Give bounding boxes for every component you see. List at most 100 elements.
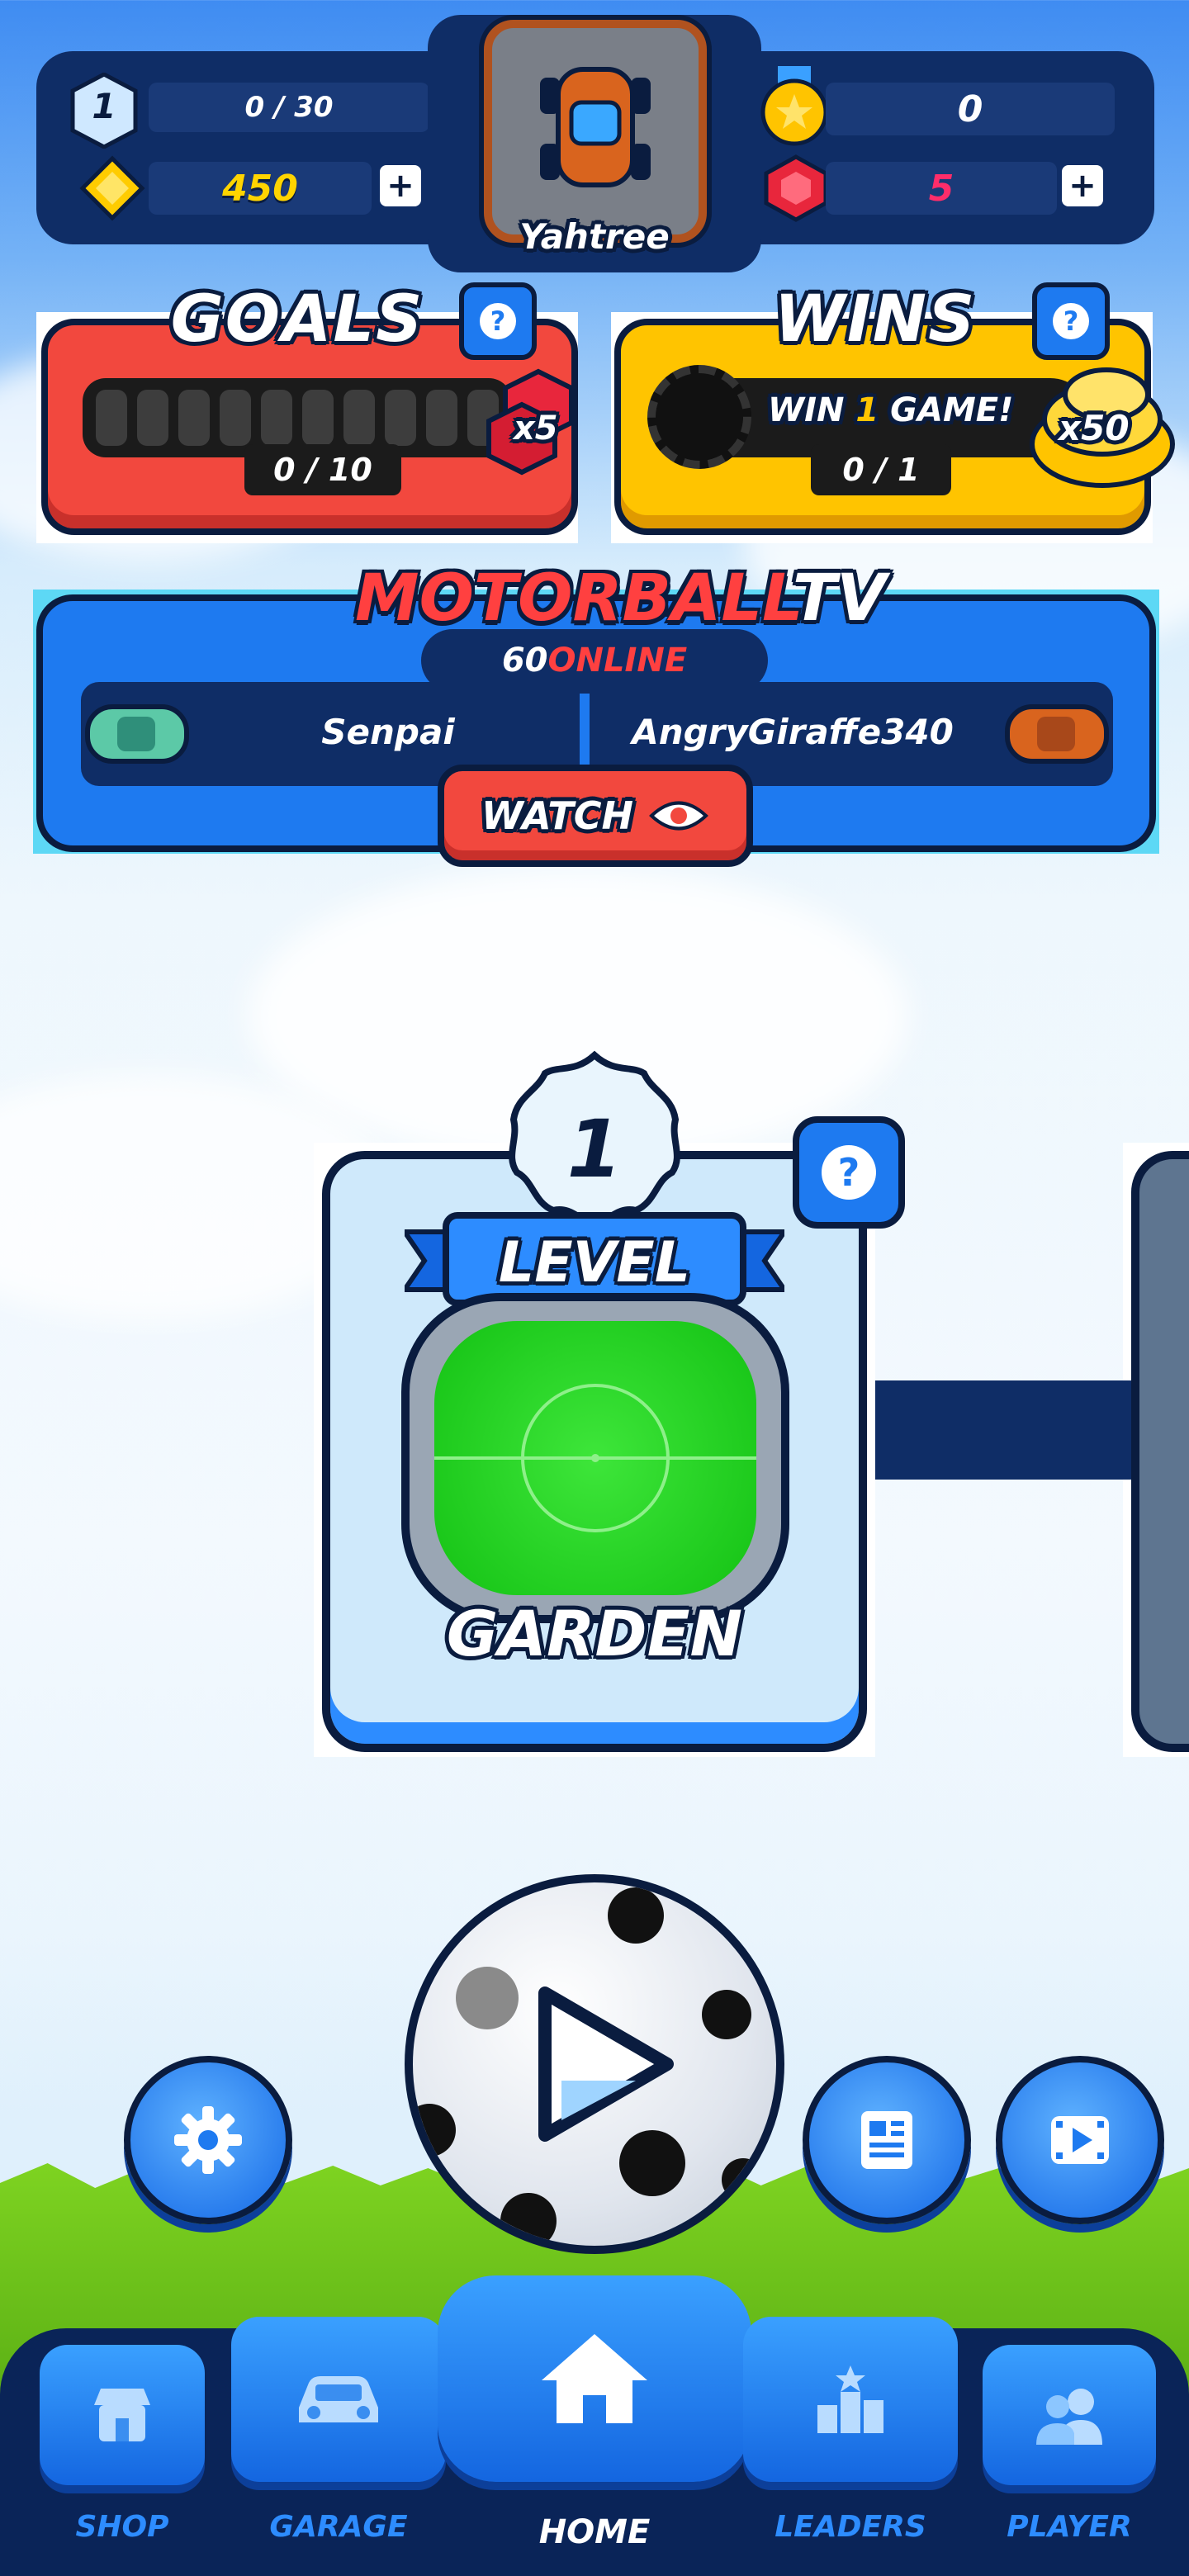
nav-shop-button[interactable] xyxy=(40,2345,205,2485)
arena-field xyxy=(434,1321,756,1595)
gem-icon xyxy=(761,154,831,223)
nav-garage-button[interactable] xyxy=(231,2317,446,2482)
level-number: 1 xyxy=(566,1103,623,1196)
wins-progress-text: 0 / 1 xyxy=(811,444,951,495)
nav-home[interactable]: HOME xyxy=(438,2275,751,2559)
plus-icon: + xyxy=(386,167,414,205)
next-level-card[interactable] xyxy=(1131,1151,1189,1752)
nav-player-label: PLAYER xyxy=(1007,2510,1132,2544)
tv-title-red: MOTORBALL xyxy=(355,561,793,636)
level-number: 1 xyxy=(92,86,116,126)
nav-home-label: HOME xyxy=(538,2513,651,2551)
add-gems-button[interactable]: + xyxy=(1062,165,1103,206)
nav-leaders-label: LEADERS xyxy=(775,2510,926,2544)
gear-icon xyxy=(174,2106,242,2174)
level-name: GARDEN xyxy=(446,1597,743,1670)
nav-leaders[interactable]: LEADERS xyxy=(743,2317,958,2559)
goals-progress-segment xyxy=(137,390,168,446)
goals-progress-segment xyxy=(426,390,457,446)
car-icon xyxy=(299,2376,378,2422)
level-path-connector xyxy=(875,1380,1139,1480)
shop-icon xyxy=(94,2389,150,2441)
goals-reward: x5 xyxy=(514,410,558,447)
online-count: 60 xyxy=(501,642,548,680)
tv-title: MOTORBALLTV xyxy=(355,561,886,636)
level-help-button[interactable]: ? xyxy=(793,1116,905,1229)
wins-reward: x50 xyxy=(1059,408,1130,448)
watch-button[interactable]: WATCH xyxy=(438,765,753,867)
wins-progress-value: 0 / 1 xyxy=(842,452,920,488)
goals-progress-value: 0 / 10 xyxy=(273,452,372,488)
goals-help-button[interactable]: ? xyxy=(459,282,537,360)
home-icon xyxy=(542,2334,647,2423)
nav-shop[interactable]: SHOP xyxy=(40,2345,205,2559)
player-icon xyxy=(1036,2389,1102,2445)
gems-value: 5 xyxy=(928,167,955,210)
help-icon: ? xyxy=(1053,303,1089,339)
goals-progress-text: 0 / 10 xyxy=(244,444,401,495)
goals-progress-segment xyxy=(178,390,210,446)
match-divider xyxy=(580,694,590,776)
video-icon xyxy=(1051,2116,1109,2164)
nav-player[interactable]: PLAYER xyxy=(983,2345,1156,2559)
left-player-car-icon xyxy=(71,689,203,779)
online-label: ONLINE xyxy=(547,642,688,680)
nav-shop-label: SHOP xyxy=(75,2510,169,2544)
news-icon xyxy=(861,2111,912,2169)
settings-button[interactable] xyxy=(124,2056,292,2224)
goals-progress-segment xyxy=(261,390,292,446)
goals-title: GOALS xyxy=(170,282,424,357)
goals-progress-segment xyxy=(220,390,251,446)
help-icon: ? xyxy=(822,1145,876,1200)
nav-leaders-button[interactable] xyxy=(743,2317,958,2482)
player-name: Yahtree xyxy=(519,216,670,257)
trophies-value: 0 xyxy=(957,88,983,130)
level-number-badge: 1 xyxy=(499,1049,690,1230)
videos-button[interactable] xyxy=(996,2056,1164,2224)
help-icon: ? xyxy=(480,303,516,339)
nav-garage[interactable]: GARAGE xyxy=(231,2317,446,2559)
play-button[interactable] xyxy=(405,1874,784,2254)
wins-help-button[interactable]: ? xyxy=(1032,282,1110,360)
garden-arena-image xyxy=(401,1293,789,1623)
plus-icon: + xyxy=(1068,167,1097,205)
xp-text: 0 / 30 xyxy=(244,91,334,124)
goals-progress-segment xyxy=(96,390,127,446)
leaders-icon xyxy=(817,2365,883,2433)
level-badge-icon: 1 xyxy=(69,72,139,149)
eye-icon xyxy=(649,801,708,831)
wins-prefix: WIN xyxy=(768,391,856,429)
wins-challenge-text: WIN 1 GAME! xyxy=(768,391,1013,429)
trophies-display: 0 xyxy=(826,83,1115,135)
field-lines-icon xyxy=(434,1384,756,1532)
right-player-name: AngryGiraffe340 xyxy=(632,712,954,752)
tv-title-white: TV xyxy=(792,561,887,636)
xp-progress-bar: 0 / 30 xyxy=(149,83,429,132)
goals-progress-segment xyxy=(385,390,416,446)
coin-icon xyxy=(79,155,145,221)
nav-garage-label: GARAGE xyxy=(269,2510,408,2544)
gems-display: 5 xyxy=(826,162,1057,215)
wins-title: WINS xyxy=(774,282,977,357)
right-player-car-icon xyxy=(991,689,1123,779)
add-coins-button[interactable]: + xyxy=(380,165,421,206)
goals-reward-gem-icon: x5 xyxy=(481,363,588,487)
left-player-name: Senpai xyxy=(321,712,455,752)
coins-display: 450 xyxy=(149,162,372,215)
coins-value: 450 xyxy=(222,167,298,210)
trophy-medal-icon xyxy=(758,66,831,149)
car-avatar-icon xyxy=(540,67,651,187)
play-icon xyxy=(538,1986,674,2142)
goals-progress-segment xyxy=(343,390,375,446)
watch-label: WATCH xyxy=(481,793,633,838)
wins-progress-ring-icon xyxy=(647,365,751,469)
level-label: LEVEL xyxy=(498,1230,691,1295)
wins-suffix: GAME! xyxy=(879,391,1014,429)
wins-count: 1 xyxy=(855,391,879,429)
wins-reward-coins-icon: x50 xyxy=(1024,353,1181,494)
news-button[interactable] xyxy=(803,2056,971,2224)
goals-progress-segment xyxy=(302,390,334,446)
avatar[interactable] xyxy=(484,20,707,243)
nav-player-button[interactable] xyxy=(983,2345,1156,2485)
nav-home-button[interactable] xyxy=(438,2275,751,2482)
